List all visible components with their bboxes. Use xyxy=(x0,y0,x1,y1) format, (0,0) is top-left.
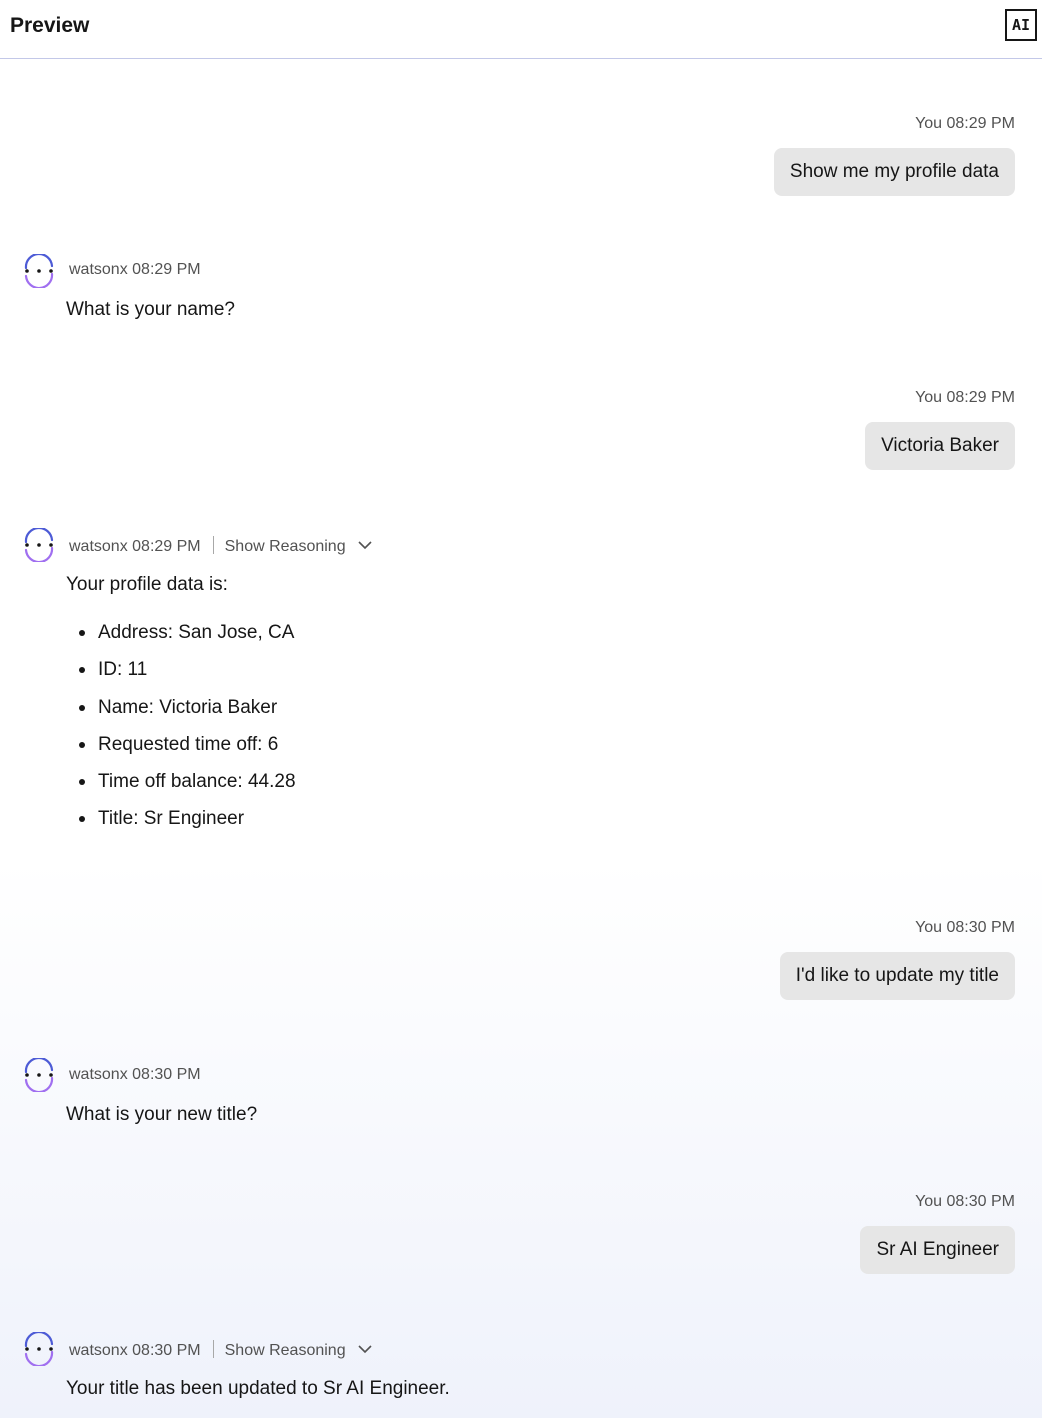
ai-label-badge[interactable]: AI xyxy=(1005,9,1037,41)
bot-message-meta-row: watsonx 08:30 PM Show Reasoning xyxy=(69,1340,372,1360)
bot-message-text: Your title has been updated to Sr AI Eng… xyxy=(66,1378,450,1399)
bot-message-text: Your profile data is: xyxy=(66,574,228,595)
user-message-meta: You 08:30 PM xyxy=(915,919,1015,936)
chevron-down-icon xyxy=(358,1345,372,1354)
meta-divider xyxy=(212,1340,214,1358)
bot-message-meta: watsonx 08:30 PM xyxy=(69,1066,201,1083)
bot-message-meta: watsonx 08:29 PM xyxy=(69,261,201,278)
user-message-meta: You 08:29 PM xyxy=(915,115,1015,132)
list-item: Time off balance: 44.28 xyxy=(66,763,296,800)
watsonx-avatar-icon xyxy=(24,254,54,288)
show-reasoning-label: Show Reasoning xyxy=(224,1342,346,1359)
list-item: Requested time off: 6 xyxy=(66,726,296,763)
chevron-down-icon xyxy=(358,541,372,550)
user-message-bubble: I'd like to update my title xyxy=(779,952,1015,1000)
list-item: ID: 11 xyxy=(66,651,296,688)
user-message-meta: You 08:29 PM xyxy=(915,389,1015,406)
user-message-bubble: Victoria Baker xyxy=(865,422,1015,470)
watsonx-avatar-icon xyxy=(24,528,54,562)
show-reasoning-label: Show Reasoning xyxy=(224,538,346,555)
bot-message-text: What is your new title? xyxy=(66,1104,258,1125)
bot-message-meta: watsonx 08:30 PM xyxy=(69,1342,201,1359)
watsonx-avatar-icon xyxy=(24,1058,54,1092)
list-item: Address: San Jose, CA xyxy=(66,614,296,651)
watsonx-avatar-icon xyxy=(24,1332,54,1366)
profile-data-list: Address: San Jose, CA ID: 11 Name: Victo… xyxy=(66,614,296,838)
meta-divider xyxy=(212,536,214,554)
bot-message-meta-row: watsonx 08:29 PM Show Reasoning xyxy=(69,536,372,556)
list-item: Title: Sr Engineer xyxy=(66,800,296,837)
page-title: Preview xyxy=(10,14,90,37)
bot-message-text: What is your name? xyxy=(66,299,235,320)
list-item: Name: Victoria Baker xyxy=(66,689,296,726)
show-reasoning-toggle[interactable]: Show Reasoning xyxy=(225,1342,372,1360)
show-reasoning-toggle[interactable]: Show Reasoning xyxy=(225,538,372,556)
bot-message-meta: watsonx 08:29 PM xyxy=(69,538,201,555)
preview-header: Preview AI xyxy=(0,0,1042,59)
user-message-meta: You 08:30 PM xyxy=(915,1193,1015,1210)
user-message-bubble: Show me my profile data xyxy=(773,148,1015,196)
user-message-bubble: Sr AI Engineer xyxy=(860,1226,1015,1274)
